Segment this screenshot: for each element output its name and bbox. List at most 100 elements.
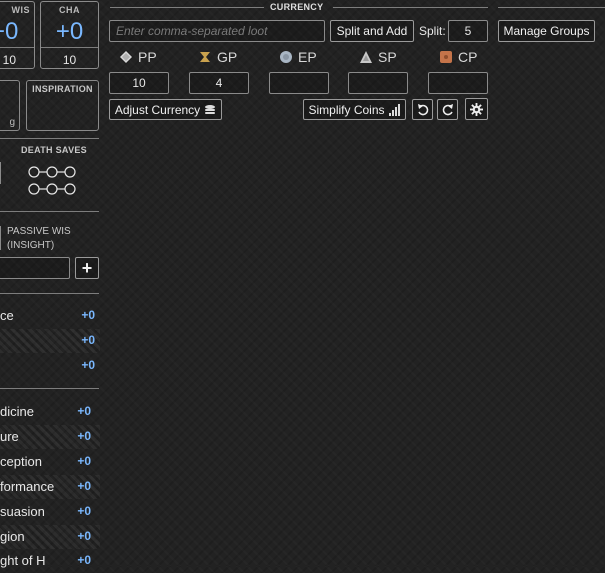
- coin-name: PP: [138, 49, 157, 65]
- sort-bars-icon: [388, 103, 400, 116]
- coin-name: CP: [458, 49, 478, 65]
- silver-coin-icon: [360, 51, 372, 63]
- undo-button[interactable]: [412, 99, 433, 120]
- skill-label: ception: [0, 454, 42, 469]
- manage-groups-label: Manage Groups: [503, 24, 590, 38]
- loot-input[interactable]: Enter comma-separated loot: [109, 20, 325, 42]
- proficiency-input[interactable]: [0, 257, 70, 279]
- pp-value: 10: [132, 76, 146, 90]
- gp-value: 4: [215, 76, 223, 90]
- skill-row[interactable]: dicine +0: [0, 400, 100, 424]
- skill-value: +0: [77, 504, 91, 518]
- skill-label: gion: [0, 529, 25, 544]
- skill-value: +0: [77, 454, 91, 468]
- skill-row[interactable]: formance +0: [0, 475, 100, 499]
- coin-label-ep: EP: [280, 49, 317, 65]
- add-button[interactable]: +: [75, 257, 99, 279]
- adjust-currency-button[interactable]: Adjust Currency: [109, 99, 222, 120]
- skill-value: +0: [81, 333, 95, 347]
- inspiration-box[interactable]: INSPIRATION: [26, 80, 99, 131]
- skill-row[interactable]: ure +0: [0, 425, 100, 449]
- currency-settings-button[interactable]: [465, 98, 488, 120]
- skill-value: +0: [77, 479, 91, 493]
- skill-row[interactable]: +0: [0, 354, 100, 378]
- gold-coin-icon: [200, 52, 210, 62]
- split-label: Split:: [419, 24, 446, 38]
- ability-card-wis: WIS +0 10: [0, 1, 35, 69]
- gear-icon: [470, 102, 483, 116]
- skill-label: ure: [0, 429, 19, 444]
- redo-button[interactable]: [437, 99, 458, 120]
- pp-input[interactable]: 10: [109, 72, 169, 94]
- skill-value: +0: [81, 308, 95, 322]
- coin-name: GP: [217, 49, 238, 65]
- section-divider: [0, 211, 99, 212]
- manage-groups-button[interactable]: Manage Groups: [498, 20, 595, 42]
- adjust-currency-label: Adjust Currency: [114, 102, 201, 117]
- ep-input[interactable]: [269, 72, 329, 94]
- copper-coin-icon: [440, 51, 452, 63]
- coin-label-cp: CP: [440, 49, 477, 65]
- section-divider: [0, 388, 99, 389]
- split-count-input[interactable]: 5: [448, 20, 488, 42]
- section-divider: [0, 293, 99, 294]
- skill-value: +0: [77, 553, 91, 567]
- simplify-coins-label: Simplify Coins: [308, 102, 385, 117]
- proficiency-partial-text: g: [9, 117, 15, 128]
- coin-label-gp: GP: [199, 49, 237, 65]
- skill-value: +0: [77, 429, 91, 443]
- skill-label: suasion: [0, 504, 45, 519]
- skill-value: +0: [77, 404, 91, 418]
- sp-input[interactable]: [348, 72, 408, 94]
- plus-icon: +: [81, 257, 93, 278]
- loot-placeholder: Enter comma-separated loot: [116, 24, 268, 38]
- simplify-coins-button[interactable]: Simplify Coins: [303, 99, 406, 120]
- split-and-add-label: Split and Add: [336, 24, 408, 38]
- platinum-coin-icon: [120, 51, 132, 63]
- currency-title-rule-left: [110, 7, 264, 8]
- gp-input[interactable]: 4: [189, 72, 249, 94]
- divider: [0, 47, 34, 48]
- passive-wis-line2: (INSIGHT): [7, 240, 55, 251]
- section-divider: [0, 138, 99, 139]
- skill-value: +0: [77, 529, 91, 543]
- ability-card-cha: CHA +0 10: [40, 1, 99, 69]
- ability-score[interactable]: 10: [0, 53, 34, 67]
- cp-input[interactable]: [428, 72, 488, 94]
- death-saves-circles[interactable]: [28, 165, 82, 197]
- proficiency-box-partial: g: [0, 80, 20, 131]
- skill-row[interactable]: gion +0: [0, 525, 100, 549]
- coin-stack-icon: [205, 104, 216, 114]
- manage-groups-rule: [498, 7, 605, 8]
- ability-abbr: CHA: [59, 5, 80, 15]
- ability-modifier[interactable]: +0: [0, 18, 34, 46]
- passive-wis-label: PASSIVE WIS (INSIGHT): [7, 225, 71, 253]
- coin-label-pp: PP: [120, 49, 157, 65]
- ability-modifier[interactable]: +0: [41, 18, 98, 46]
- currency-title: CURRENCY: [270, 2, 324, 12]
- divider: [41, 47, 98, 48]
- coin-name: EP: [298, 49, 317, 65]
- skill-row[interactable]: suasion +0: [0, 500, 100, 524]
- skill-value: +0: [81, 358, 95, 372]
- coin-label-sp: SP: [360, 49, 397, 65]
- skill-row[interactable]: ght of H +0: [0, 549, 100, 573]
- skill-label: dicine: [0, 404, 34, 419]
- skill-label: ce: [0, 308, 14, 323]
- undo-icon: [417, 103, 428, 115]
- passive-wis-line1: PASSIVE WIS: [7, 226, 71, 237]
- inspiration-label: INSPIRATION: [32, 84, 93, 94]
- death-saves-label: DEATH SAVES: [21, 145, 87, 155]
- skill-row[interactable]: +0: [0, 329, 100, 353]
- ability-abbr: WIS: [11, 5, 30, 15]
- electrum-coin-icon: [280, 51, 292, 63]
- skill-row[interactable]: ception +0: [0, 450, 100, 474]
- skill-label: formance: [0, 479, 55, 494]
- skill-row[interactable]: ce +0: [0, 304, 100, 328]
- coin-name: SP: [378, 49, 397, 65]
- ability-score[interactable]: 10: [41, 53, 98, 67]
- split-and-add-button[interactable]: Split and Add: [330, 20, 414, 42]
- hit-dice-partial: [0, 162, 1, 184]
- currency-title-rule-right: [333, 7, 488, 8]
- redo-icon: [442, 103, 453, 115]
